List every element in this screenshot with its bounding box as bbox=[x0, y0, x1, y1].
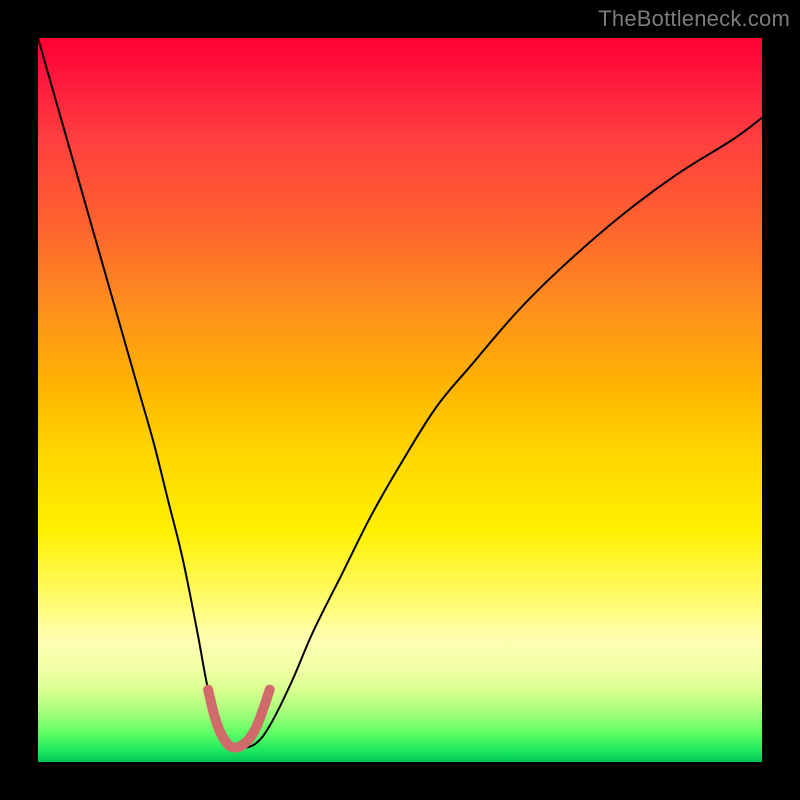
bottleneck-curve bbox=[38, 38, 762, 748]
watermark-text: TheBottleneck.com bbox=[598, 6, 790, 32]
chart-frame: TheBottleneck.com bbox=[0, 0, 800, 800]
chart-lines-layer bbox=[38, 38, 762, 762]
